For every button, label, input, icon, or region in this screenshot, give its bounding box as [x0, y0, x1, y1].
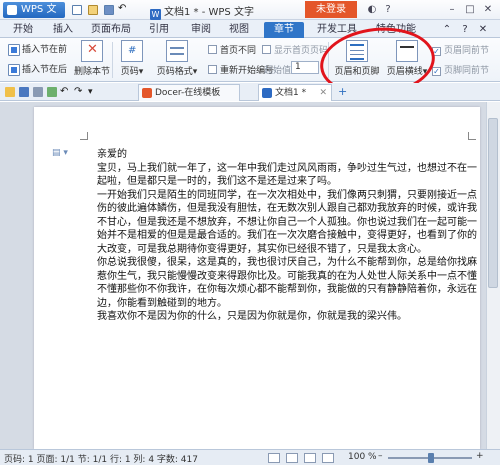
zoom-slider-handle[interactable]	[428, 453, 434, 463]
text-line: 一开始我们只是陌生的同班同学，在一次次相处中，我们像两只刺猬，只要刚接近一点就	[97, 189, 477, 201]
web-view-icon[interactable]	[304, 453, 316, 463]
save-small-icon[interactable]	[18, 86, 30, 98]
reading-view-icon[interactable]	[322, 453, 334, 463]
start-value-input[interactable]: 1	[291, 61, 319, 74]
minimize-icon[interactable]: –	[445, 2, 459, 17]
scrollbar-thumb[interactable]	[488, 118, 498, 288]
save-icon[interactable]	[102, 3, 116, 17]
close-icon[interactable]: ✕	[481, 2, 495, 17]
docer-icon	[142, 88, 152, 98]
close-tab-icon[interactable]: ✕	[319, 85, 327, 102]
print-icon[interactable]	[32, 86, 44, 98]
page-number-format-button[interactable]: 页码格式▾	[152, 40, 202, 77]
zoom-in-icon[interactable]: +	[476, 451, 484, 461]
page-number-icon: #	[121, 40, 143, 62]
new-tab-icon[interactable]: +	[338, 86, 350, 98]
open-icon[interactable]	[86, 3, 100, 17]
app-menu-button[interactable]: WPS 文字	[3, 2, 65, 31]
text-line: 你总说我很傻，很呆，这是真的，我也很讨厌自己，为什么不能帮到你，总是给你找麻烦	[97, 257, 477, 268]
wps-writer-icon: W	[150, 9, 161, 20]
tab-section[interactable]: 章节	[264, 22, 304, 38]
tab-insert[interactable]: 插入	[48, 22, 78, 38]
help-tab-icon[interactable]: ?	[458, 22, 472, 38]
dropdown-icon[interactable]: ▾	[88, 86, 100, 98]
help-icon[interactable]: ?	[381, 2, 395, 17]
tab-review[interactable]: 审阅	[186, 22, 216, 38]
undo-small-icon[interactable]: ↶	[60, 86, 72, 98]
insert-section-before-button[interactable]: 插入节在前	[8, 42, 67, 56]
zoom-out-icon[interactable]: –	[378, 451, 383, 461]
text-line: 不甘心，但是我还是不想放弃，不想让你自己一个人孤独。你也说过我们在一起可能一开	[97, 216, 477, 228]
text-line: 惹你生气，我只能慢慢改变来得跟你比及。可能我真的在为人处世人际关系中一点不懂，	[97, 270, 477, 282]
text-line: 我喜欢你不是因为你的什么，只是因为你就是你，你就是我的梁兴伟。	[97, 311, 407, 322]
start-value-label: 起始值:	[264, 66, 295, 76]
preview-icon[interactable]	[46, 86, 58, 98]
insert-section-before-icon	[8, 43, 20, 56]
page-number-button[interactable]: # 页码▾	[116, 40, 148, 77]
folder-icon[interactable]	[4, 86, 16, 98]
document-icon	[262, 88, 272, 98]
page-number-format-icon	[166, 40, 188, 62]
tab-view[interactable]: 视图	[224, 22, 254, 38]
redo-small-icon[interactable]: ↷	[74, 86, 86, 98]
insert-section-after-button[interactable]: 插入节在后	[8, 62, 67, 76]
undo-icon[interactable]: ↶	[118, 3, 132, 17]
document-body[interactable]: 亲爱的 宝贝，马上我们就一年了，这一年中我们走过风风雨雨，争吵过生气过，也想过不…	[97, 148, 477, 324]
login-button[interactable]: 未登录	[305, 1, 357, 18]
title-bar: WPS 文字 ↶ W文档1 * - WPS 文字 未登录 ◐ ? – □ ✕	[0, 0, 500, 31]
document-tab-bar: ↶ ↷ ▾ Docer-在线模板 文档1 * ✕ +	[0, 83, 500, 101]
ribbon-tab-bar: 开始 插入 页面布局 引用 审阅 视图 章节 开发工具 特色功能 ⌃ ? ✕	[0, 20, 500, 38]
tab-document-1[interactable]: 文档1 * ✕	[258, 84, 332, 101]
show-first-page-number-checkbox[interactable]: 显示首页页码	[262, 43, 328, 56]
text-line: 始并不是相爱的但是是最合适的。我们在一次次磨合接触中，变得更好，也看到了你的巨	[97, 230, 477, 241]
collapse-ribbon-icon[interactable]: ⌃	[440, 22, 454, 38]
delete-section-icon: ✕	[81, 40, 103, 62]
tab-references[interactable]: 引用	[144, 22, 174, 38]
text-line: 伤的彼此遍体鳞伤，但是我没有胆怯，在无数次别人跟自己都劝我放弃的时候，或许我是	[97, 203, 477, 214]
greeting-line: 亲爱的	[97, 149, 127, 160]
tab-docer-templates[interactable]: Docer-在线模板	[138, 84, 240, 101]
tab-start[interactable]: 开始	[8, 22, 38, 38]
first-page-different-checkbox[interactable]: 首页不同	[208, 43, 256, 56]
margin-mark	[80, 132, 88, 140]
close-doc-icon[interactable]: ✕	[476, 22, 490, 38]
text-line: 不懂那些你不你我许，在你每次烦心都不能帮到你，我能做的只有静静陪着你，永远在你身	[97, 284, 477, 295]
spellcheck-icon[interactable]	[268, 453, 280, 463]
paragraph-handle-icon[interactable]: ▤ ▾	[52, 148, 68, 158]
wps-logo-icon	[7, 5, 17, 15]
window-title: W 文档1 * - WPS 文字	[150, 7, 254, 20]
footer-same-as-previous-toggle[interactable]: 页脚同前节	[432, 63, 489, 76]
status-info: 页码: 1 页面: 1/1 节: 1/1 行: 1 列: 4 字数: 417	[4, 455, 198, 465]
zoom-level[interactable]: 100 %	[348, 452, 377, 462]
margin-mark	[468, 132, 476, 140]
header-same-as-previous-toggle[interactable]: 页眉同前节	[432, 43, 489, 56]
text-line: 起啦，但是都只是一时的，我们这不是还是过来了吗。	[97, 176, 337, 187]
page-view-icon[interactable]	[286, 453, 298, 463]
text-line: 宝贝，马上我们就一年了，这一年中我们走过风风雨雨，争吵过生气过，也想过不在一	[97, 162, 477, 174]
tab-page-layout[interactable]: 页面布局	[86, 22, 136, 38]
insert-section-after-icon	[8, 63, 20, 76]
delete-section-button[interactable]: ✕ 删除本节	[70, 40, 114, 77]
skin-icon[interactable]: ◐	[365, 2, 379, 17]
status-bar: 页码: 1 页面: 1/1 节: 1/1 行: 1 列: 4 字数: 417 1…	[0, 449, 500, 465]
divider	[112, 42, 113, 78]
text-line: 边，你能看到触碰到的地方。	[97, 297, 227, 309]
text-line: 大改变，可是我总期待你变得更好，其实你已经很不错了，只是我太贪心。	[97, 243, 427, 255]
new-doc-icon[interactable]	[70, 3, 84, 17]
maximize-icon[interactable]: □	[463, 2, 477, 17]
